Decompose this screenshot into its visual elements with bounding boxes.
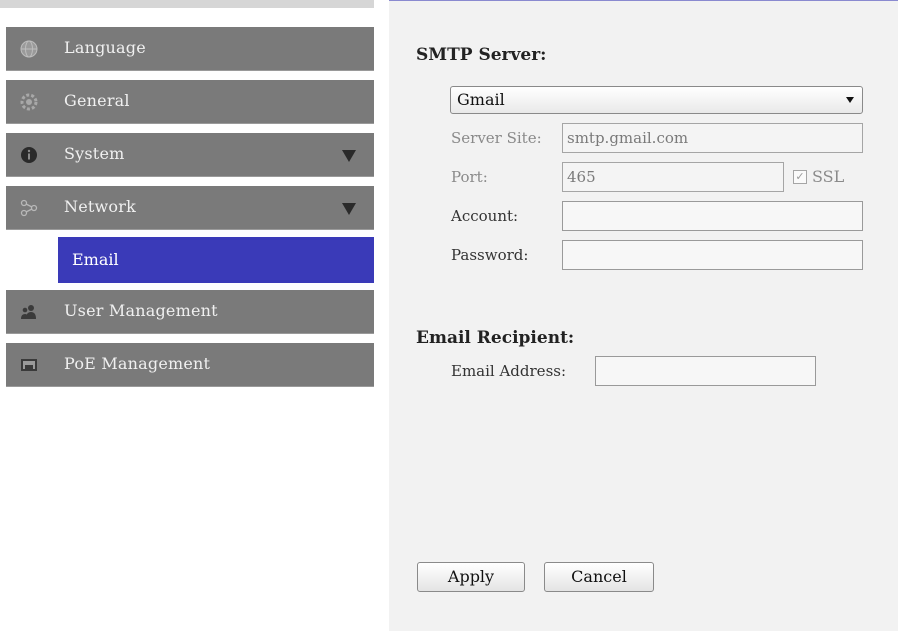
server-site-field[interactable]: smtp.gmail.com — [562, 123, 863, 153]
sidebar-item-language[interactable]: Language — [6, 27, 374, 71]
smtp-provider-select[interactable]: Gmail — [450, 86, 863, 114]
users-icon — [20, 303, 38, 321]
sidebar-item-general[interactable]: General — [6, 80, 374, 124]
account-field[interactable] — [562, 201, 863, 231]
sidebar-item-network[interactable]: Network — [6, 186, 374, 230]
sidebar-top-strip — [0, 0, 374, 8]
apply-button[interactable]: Apply — [417, 562, 525, 592]
chevron-down-icon — [846, 97, 854, 103]
port-label: Port: — [451, 168, 488, 186]
sidebar-item-label: PoE Management — [64, 354, 211, 373]
email-settings-panel: SMTP Server: Gmail Server Site: smtp.gma… — [389, 0, 898, 631]
email-recipient-title: Email Recipient: — [416, 328, 575, 348]
sidebar-item-label: User Management — [64, 301, 218, 320]
sidebar-item-label: Language — [64, 38, 146, 57]
account-label: Account: — [451, 207, 519, 225]
sidebar-item-poe-management[interactable]: PoE Management — [6, 343, 374, 387]
sidebar-item-label: Network — [64, 197, 136, 216]
info-icon — [20, 146, 38, 164]
ssl-label: SSL — [812, 167, 845, 186]
sidebar-subitem-label: Email — [72, 250, 119, 269]
password-label: Password: — [451, 246, 529, 264]
email-address-field[interactable] — [595, 356, 816, 386]
smtp-server-title: SMTP Server: — [416, 45, 547, 65]
sidebar-item-system[interactable]: System — [6, 133, 374, 177]
sidebar-subitem-email[interactable]: Email — [58, 237, 374, 283]
expand-arrow-icon — [342, 203, 356, 215]
cancel-button[interactable]: Cancel — [544, 562, 654, 592]
poe-icon — [20, 356, 38, 374]
server-site-label: Server Site: — [451, 129, 542, 147]
port-field[interactable]: 465 — [562, 162, 784, 192]
sidebar-item-user-management[interactable]: User Management — [6, 290, 374, 334]
smtp-provider-value: Gmail — [457, 90, 505, 109]
password-field[interactable] — [562, 240, 863, 270]
sidebar-item-label: General — [64, 91, 130, 110]
email-address-label: Email Address: — [451, 362, 567, 380]
expand-arrow-icon — [342, 150, 356, 162]
gear-icon — [20, 93, 38, 111]
globe-icon — [20, 40, 38, 58]
sidebar-item-label: System — [64, 144, 125, 163]
ssl-checkbox[interactable]: ✓ — [793, 170, 807, 184]
network-icon — [20, 199, 38, 217]
